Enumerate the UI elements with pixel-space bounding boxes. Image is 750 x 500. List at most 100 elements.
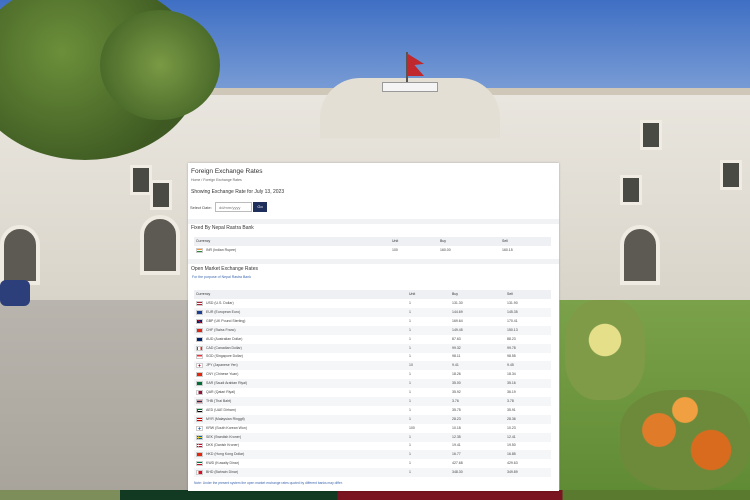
sell-value: 131.90: [507, 301, 518, 305]
unit-value: 1: [409, 470, 411, 475]
sell-value: 9.45: [507, 363, 514, 368]
table-row: AUD (Australian Dollar) 1 87.63 88.23: [194, 335, 551, 344]
fixed-table-header: Currency Unit Buy Sell: [194, 237, 551, 246]
china-flag-icon: [196, 372, 203, 378]
unit-value: 1: [409, 327, 411, 332]
unit-value: 1: [409, 381, 411, 386]
sell-value: 28.36: [507, 416, 516, 421]
unit-value: 1: [409, 443, 411, 448]
breadcrumb[interactable]: Home / Foreign Exchange Rates: [191, 178, 242, 182]
table-row: CNY (Chinese Yuan) 1 18.26 18.34: [194, 370, 551, 379]
unit-value: 1: [409, 354, 411, 359]
unit-value: 1: [409, 416, 411, 421]
usa-flag-icon: [196, 301, 203, 306]
malaysia-flag-icon: [196, 416, 203, 422]
unit-value: 1: [409, 345, 411, 350]
canada-flag-icon: [196, 345, 203, 351]
buy-value: 18.26: [452, 372, 461, 377]
sweden-flag-icon: [196, 434, 203, 440]
unit-value: 100: [392, 248, 398, 252]
currency-name: CAD (Canadian Dollar): [206, 345, 242, 350]
thailand-flag-icon: [196, 398, 203, 404]
select-date-label: Select Date:: [190, 205, 212, 210]
currency-name: QAR (Qatari Riyal): [206, 390, 236, 394]
qatar-flag-icon: [196, 390, 203, 395]
divider: [188, 259, 559, 264]
buy-value: 35.75: [452, 407, 461, 412]
unit-value: 1: [409, 372, 411, 377]
table-row: AED (UAE Dirham) 1 35.75 35.91: [194, 406, 551, 415]
header-currency: Currency: [196, 292, 211, 296]
table-row: EUR (European Euro) 1 144.69 145.35: [194, 307, 551, 317]
buy-value: 19.41: [452, 443, 461, 448]
buy-value: 98.11: [452, 354, 461, 359]
sell-value: 99.78: [507, 345, 516, 350]
unit-value: 1: [409, 336, 411, 341]
table-row: USD (U.S. Dollar) 1 131.30 131.90: [194, 299, 551, 308]
table-row: GBP (UK Pound Sterling) 1 169.64 170.41: [194, 317, 551, 326]
buy-value: 35.00: [452, 381, 461, 386]
unit-value: 10: [409, 363, 413, 368]
sell-value: 18.34: [507, 372, 516, 377]
go-button[interactable]: Go: [253, 202, 267, 212]
sell-value: 36.19: [507, 390, 516, 394]
header-unit: Unit: [409, 292, 416, 296]
currency-name: CHF (Swiss Franc): [206, 327, 236, 332]
currency-name: JPY (Japanese Yen): [206, 363, 238, 368]
table-row: THB (Thai Baht) 1 3.76 3.78: [194, 396, 551, 406]
header-buy: Buy: [440, 239, 447, 243]
uae-flag-icon: [196, 407, 203, 413]
kuwait-flag-icon: [196, 461, 203, 467]
table-row: DKK (Danish Kroner) 1 19.41 19.50: [194, 441, 551, 450]
unit-value: 1: [409, 390, 411, 394]
currency-name: USD (U.S. Dollar): [206, 301, 234, 305]
buy-value: 149.45: [452, 327, 463, 332]
table-row: SGD (Singapore Dollar) 1 98.11 98.55: [194, 352, 551, 361]
unit-value: 1: [409, 318, 411, 323]
table-row: MYR (Malaysian Ringgit) 1 28.23 28.36: [194, 414, 551, 424]
table-row: SAR (Saudi Arabian Riyal) 1 35.00 35.16: [194, 379, 551, 389]
open-market-heading: Open Market Exchange Rates: [191, 266, 258, 272]
buy-value: 35.92: [452, 390, 461, 394]
unit-value: 1: [409, 301, 411, 305]
table-row: CHF (Swiss Franc) 1 149.45 150.13: [194, 325, 551, 335]
currency-name: AUD (Australian Dollar): [206, 336, 243, 341]
currency-name: SEK (Swedish Kroner): [206, 434, 242, 439]
buy-value: 9.41: [452, 363, 459, 368]
page-title: Foreign Exchange Rates: [191, 168, 263, 175]
currency-name: HKD (Hong Kong Dollar): [206, 452, 245, 457]
date-input[interactable]: dd/mm/yyyy: [215, 202, 252, 212]
header-sell: Sell: [502, 239, 508, 243]
open-market-subtitle[interactable]: For the purpose of Nepal Rastra Bank: [192, 275, 251, 279]
table-row: QAR (Qatari Riyal) 1 35.92 36.19: [194, 388, 551, 397]
buy-value: 427.68: [452, 461, 463, 466]
unit-value: 1: [409, 407, 411, 412]
hongkong-flag-icon: [196, 452, 203, 458]
korea-flag-icon: [196, 425, 203, 431]
saudi-flag-icon: [196, 381, 203, 387]
table-row: BHD (Bahrain Dinar) 1 348.30 349.89: [194, 468, 551, 478]
sell-value: 35.16: [507, 381, 516, 386]
header-buy: Buy: [452, 292, 459, 296]
sell-value: 16.85: [507, 452, 516, 457]
sell-value: 35.91: [507, 407, 516, 412]
unit-value: 1: [409, 434, 411, 439]
sell-value: 160.15: [502, 248, 513, 252]
currency-name: INR (Indian Rupee): [206, 248, 237, 252]
buy-value: 12.35: [452, 434, 461, 439]
currency-name: CNY (Chinese Yuan): [206, 372, 239, 377]
open-table-header: Currency Unit Buy Sell: [194, 290, 551, 299]
table-row: SEK (Swedish Kroner) 1 12.35 12.41: [194, 432, 551, 442]
swiss-flag-icon: [196, 327, 203, 333]
sell-value: 145.35: [507, 309, 518, 314]
sell-value: 12.41: [507, 434, 516, 439]
currency-name: SGD (Singapore Dollar): [206, 354, 243, 359]
buy-value: 28.23: [452, 416, 461, 421]
japan-flag-icon: [196, 363, 203, 369]
rates-note: Note: Under the present system the open …: [194, 481, 343, 485]
currency-name: KWD (Kuwaity Dinar): [206, 461, 240, 466]
sell-value: 10.23: [507, 425, 516, 430]
bahrain-flag-icon: [196, 470, 203, 476]
unit-value: 1: [409, 461, 411, 466]
currency-name: BHD (Bahrain Dinar): [206, 470, 239, 475]
